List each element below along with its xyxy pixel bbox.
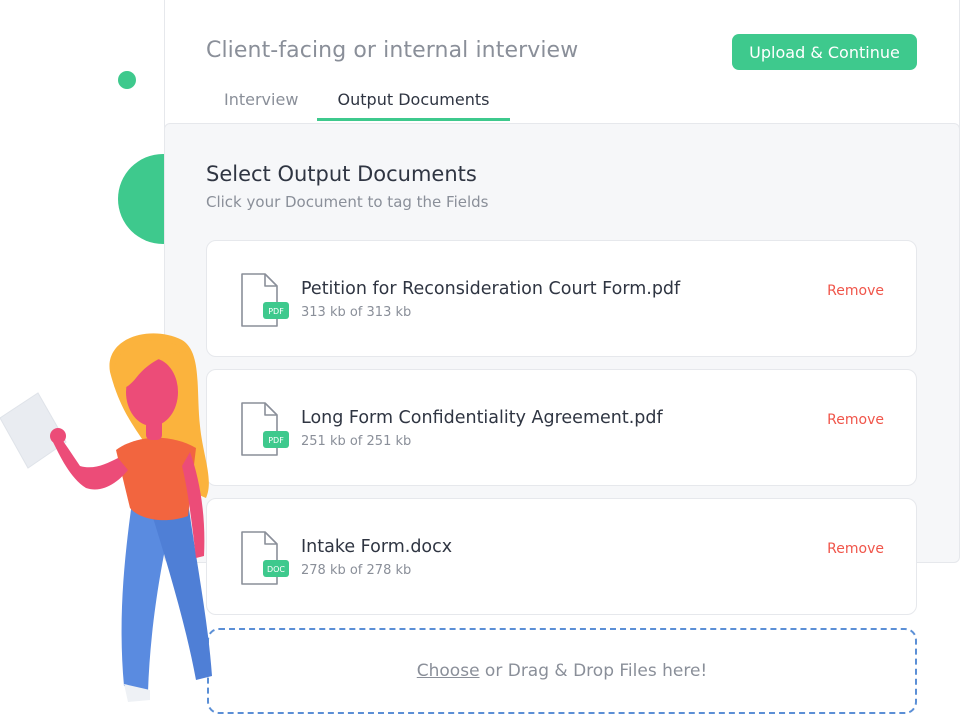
upload-continue-button[interactable]: Upload & Continue (732, 34, 917, 70)
pdf-file-icon: PDF (241, 273, 289, 327)
svg-text:DOC: DOC (267, 565, 285, 574)
tab-interview[interactable]: Interview (224, 90, 298, 109)
woman-illustration (0, 333, 212, 702)
header-card: Client-facing or internal interview Uplo… (164, 0, 960, 140)
file-name: Intake Form.docx (301, 537, 453, 557)
file-name: Petition for Reconsideration Court Form.… (301, 279, 681, 299)
file-card[interactable]: PDF Long Form Confidentiality Agreement.… (206, 369, 917, 486)
pdf-file-icon: PDF (241, 402, 289, 456)
panel-subtitle: Click your Document to tag the Fields (206, 193, 489, 211)
remove-file-button[interactable]: Remove (827, 541, 884, 557)
choose-files-link[interactable]: Choose (417, 661, 480, 681)
remove-file-button[interactable]: Remove (827, 283, 884, 299)
active-tab-indicator (317, 118, 510, 121)
file-card[interactable]: DOC Intake Form.docx 278 kb of 278 kb Re… (206, 498, 917, 615)
file-dropzone[interactable]: Choose or Drag & Drop Files here! (207, 628, 917, 714)
file-size: 313 kb of 313 kb (301, 305, 412, 320)
svg-text:PDF: PDF (268, 307, 284, 316)
doc-file-icon: DOC (241, 531, 289, 585)
remove-file-button[interactable]: Remove (827, 412, 884, 428)
decorative-dot (118, 71, 136, 89)
file-size: 251 kb of 251 kb (301, 434, 412, 449)
page-title: Client-facing or internal interview (206, 38, 579, 63)
panel-title: Select Output Documents (206, 162, 477, 186)
tab-output-documents[interactable]: Output Documents (317, 90, 510, 109)
dropzone-hint: or Drag & Drop Files here! (479, 661, 708, 681)
svg-text:PDF: PDF (268, 436, 284, 445)
file-size: 278 kb of 278 kb (301, 563, 412, 578)
file-card[interactable]: PDF Petition for Reconsideration Court F… (206, 240, 917, 357)
file-name: Long Form Confidentiality Agreement.pdf (301, 408, 663, 428)
